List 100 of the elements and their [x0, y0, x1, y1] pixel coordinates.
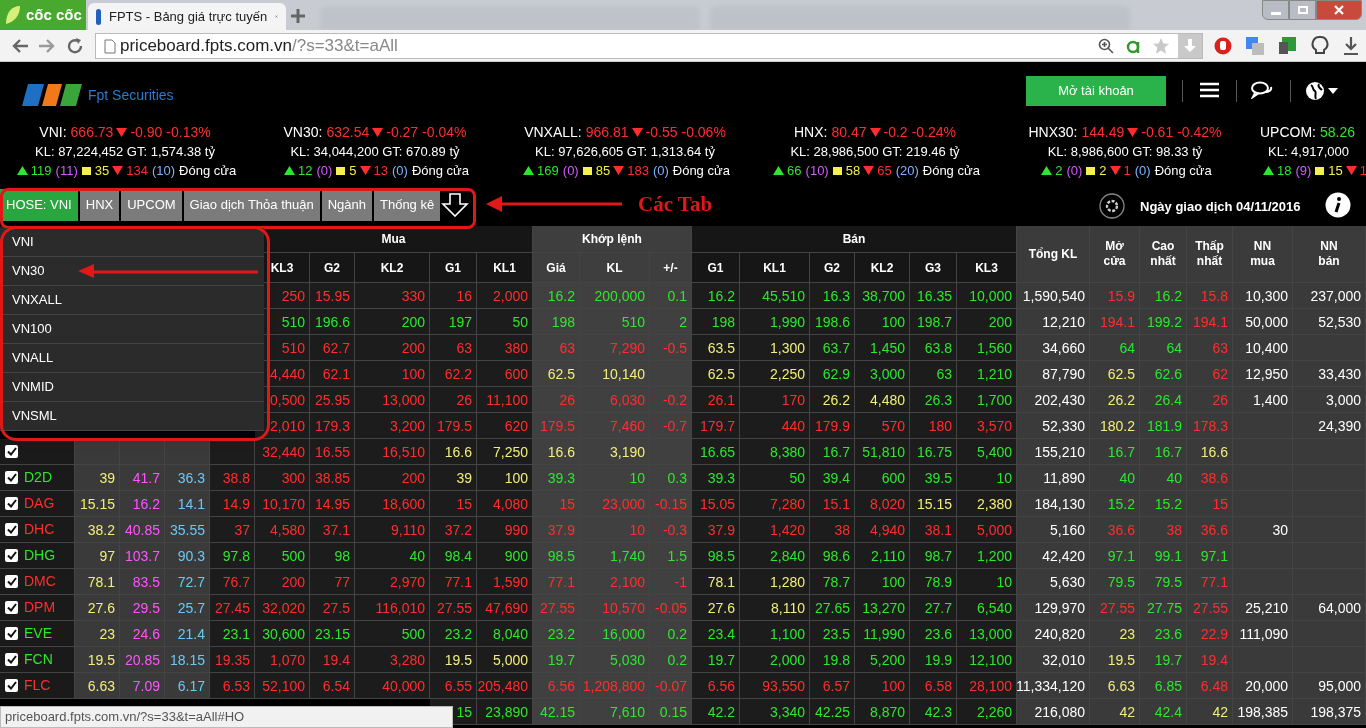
floor-count: (20) — [895, 162, 919, 180]
table-cell: 3,000 — [1325, 391, 1361, 408]
down-arrow-icon[interactable] — [441, 193, 469, 217]
table-cell: 1.5 — [667, 547, 687, 564]
table-cell: 1,450 — [869, 339, 905, 356]
checkbox[interactable] — [5, 679, 18, 692]
table-cell: 63 — [936, 365, 952, 382]
table-cell: 36.6 — [1200, 521, 1228, 538]
checkbox[interactable] — [5, 497, 18, 510]
table-cell: 23.1 — [222, 625, 250, 642]
chat-icon[interactable] — [1251, 81, 1273, 99]
extension-icon[interactable] — [1278, 36, 1298, 56]
settings-icon[interactable] — [1099, 193, 1125, 219]
table-cell: 16.75 — [916, 443, 952, 460]
back-icon[interactable] — [11, 38, 29, 54]
index-volume: KL: 87,224,452 GT: 1,574.38 tỷ — [35, 143, 215, 161]
dropdown-item[interactable]: VNXALL — [0, 286, 264, 315]
browser-tab[interactable]: FPTS - Bảng giá trực tuyến — [88, 3, 286, 30]
minimize-button[interactable] — [1262, 0, 1289, 20]
globe-icon[interactable] — [1305, 81, 1325, 101]
table-cell: 200 — [988, 313, 1012, 330]
table-cell: 63.7 — [822, 339, 850, 356]
table-cell: 100 — [504, 469, 528, 486]
table-cell: 1,990 — [769, 313, 805, 330]
table-cell: 42.3 — [924, 703, 952, 720]
stock-symbol[interactable]: DAG — [24, 493, 55, 514]
checkbox[interactable] — [5, 471, 18, 484]
stock-symbol[interactable]: DHG — [24, 545, 56, 566]
table-cell: 7,610 — [609, 703, 645, 720]
stock-symbol[interactable]: FCN — [24, 649, 53, 670]
forward-icon[interactable] — [38, 38, 56, 54]
table-cell: 10,170 — [262, 495, 305, 512]
stop-icon[interactable] — [1214, 37, 1232, 55]
checkbox[interactable] — [5, 523, 18, 536]
table-cell: 19.7 — [1154, 651, 1182, 668]
table-cell: 990 — [504, 521, 528, 538]
checkbox[interactable] — [5, 653, 18, 666]
checkbox[interactable] — [5, 445, 18, 458]
dropdown-item[interactable]: VN100 — [0, 315, 264, 344]
table-cell: 23 — [99, 625, 115, 642]
reload-icon[interactable] — [66, 37, 84, 55]
maximize-button[interactable] — [1289, 0, 1316, 20]
checkbox[interactable] — [5, 575, 18, 588]
dropdown-item[interactable]: VNSML — [0, 402, 264, 431]
dropdown-item[interactable]: VNI — [0, 228, 264, 257]
stock-symbol[interactable]: FLC — [24, 675, 51, 696]
new-tab-icon[interactable] — [290, 8, 306, 24]
table-cell: 1,200 — [976, 547, 1012, 564]
down-triangle-icon — [1109, 166, 1121, 175]
advances-count: 12 — [297, 162, 313, 180]
table-cell: 2 — [679, 313, 687, 330]
translate-icon[interactable] — [1245, 36, 1265, 56]
table-cell: 13,000 — [969, 625, 1012, 642]
table-cell: 2,260 — [976, 703, 1012, 720]
tab[interactable]: Giao dịch Thỏa thuận — [183, 189, 320, 221]
caret-icon[interactable] — [1328, 88, 1338, 94]
menu-icon[interactable] — [1200, 82, 1219, 98]
table-cell: 1,208,800 — [582, 677, 645, 694]
stock-symbol[interactable]: EVE — [24, 623, 52, 644]
tab[interactable]: Thống kê — [374, 189, 441, 221]
tab[interactable]: Ngành — [321, 189, 372, 221]
table-cell: 23 — [1119, 625, 1135, 642]
table-cell: 15.05 — [699, 495, 735, 512]
download-icon[interactable] — [1342, 36, 1360, 56]
tab[interactable]: HNX — [79, 189, 120, 221]
url-path: /?s=33&t=aAll — [291, 36, 398, 56]
tab[interactable]: UPCOM — [121, 189, 182, 221]
table-cell: 98.5 — [547, 547, 575, 564]
star-icon[interactable] — [1152, 37, 1170, 55]
table-cell: 15 — [456, 703, 472, 720]
table-cell: 39 — [456, 469, 472, 486]
table-cell: 62.6 — [1154, 365, 1182, 382]
table-cell: 16.6 — [1200, 443, 1228, 460]
table-cell: 11,890 — [1043, 469, 1085, 486]
stock-symbol[interactable]: DPM — [24, 597, 56, 618]
index-change: -0.61 — [1141, 123, 1174, 142]
table-cell: 27.45 — [214, 599, 250, 616]
table-cell: 6.56 — [547, 677, 575, 694]
dropdown-item[interactable]: VNALL — [0, 344, 264, 373]
dropdown-item[interactable]: VNMID — [0, 373, 264, 402]
address-field[interactable]: priceboard.fpts.com.vn/?s=33&t=aAll — [95, 33, 1203, 59]
stock-symbol[interactable]: D2D — [24, 467, 52, 488]
column-header: G2 — [824, 259, 840, 277]
stock-symbol[interactable]: DMC — [24, 571, 56, 592]
table-cell: 16.35 — [916, 287, 952, 304]
checkbox[interactable] — [5, 549, 18, 562]
table-cell: 78.1 — [707, 573, 735, 590]
unchanged-count: 58 — [845, 162, 861, 180]
info-icon[interactable] — [1325, 192, 1351, 218]
bulb-icon[interactable] — [1311, 36, 1329, 56]
checkbox[interactable] — [5, 627, 18, 640]
stock-symbol[interactable]: DHC — [24, 519, 55, 540]
close-button[interactable] — [1316, 0, 1362, 20]
index-name: UPCOM: — [1260, 123, 1316, 142]
zoom-icon[interactable] — [1098, 38, 1114, 54]
checkbox[interactable] — [5, 601, 18, 614]
table-cell: 11,100 — [486, 391, 528, 408]
table-cell: 1,280 — [769, 573, 805, 590]
table-cell: 19.4 — [1200, 651, 1228, 668]
table-cell: 5,160 — [1049, 521, 1085, 538]
